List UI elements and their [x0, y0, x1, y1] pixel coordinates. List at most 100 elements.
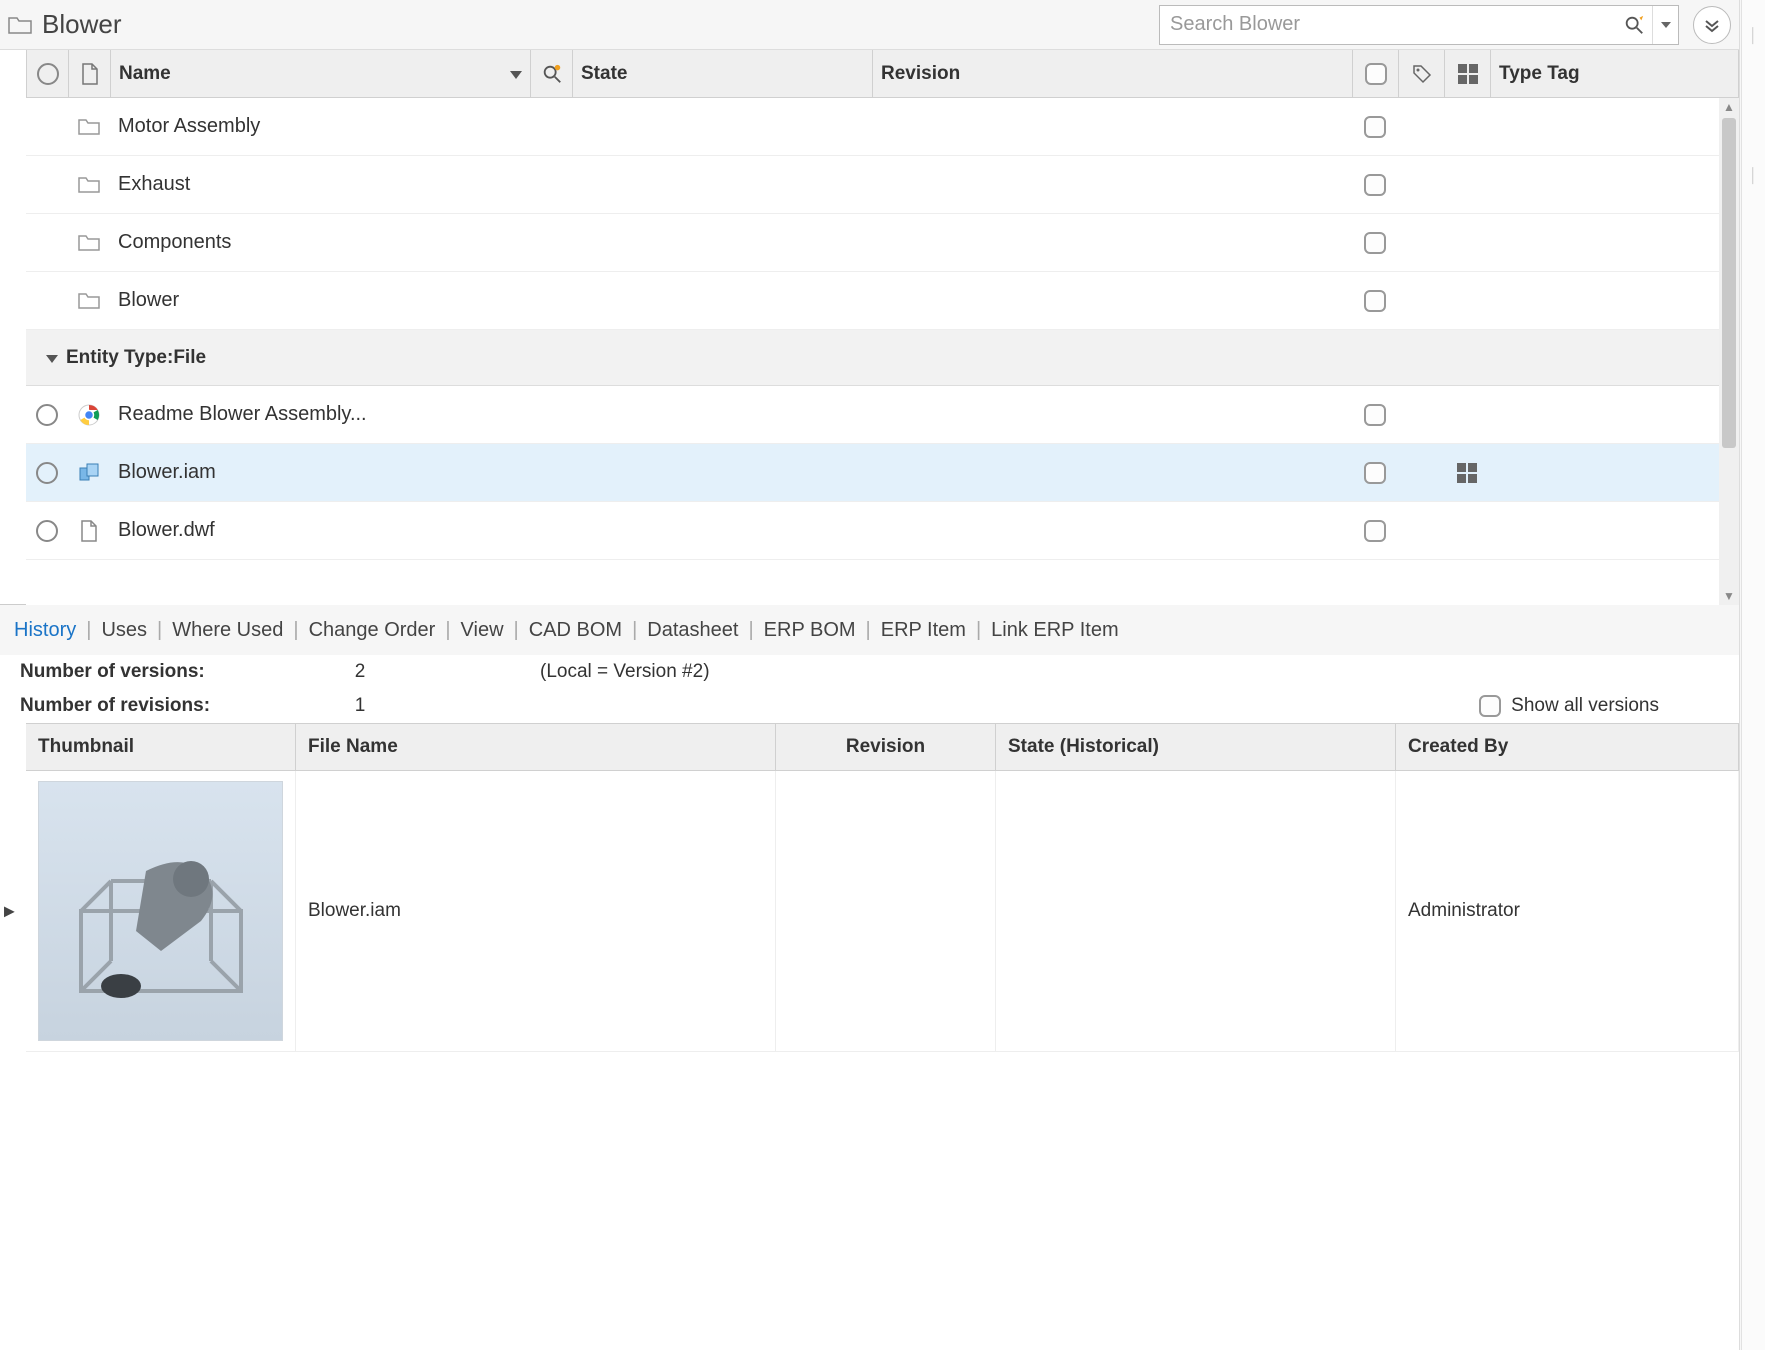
row-name: Readme Blower Assembly...: [110, 386, 530, 443]
row-name: Motor Assembly: [110, 98, 530, 155]
row-check[interactable]: [1352, 156, 1398, 213]
file-row[interactable]: Readme Blower Assembly...: [26, 386, 1739, 444]
sort-icon: [510, 63, 522, 85]
scroll-thumb[interactable]: [1722, 118, 1736, 448]
header-modified-icon[interactable]: [531, 50, 573, 97]
expand-down-button[interactable]: [1693, 6, 1731, 44]
scroll-down-icon[interactable]: ▼: [1719, 587, 1739, 605]
header-name[interactable]: Name: [111, 50, 531, 97]
grid-scrollbar[interactable]: ▲ ▼: [1719, 98, 1739, 605]
header-type-tag-label: Type Tag: [1499, 63, 1580, 85]
file-row[interactable]: Blower.iam: [26, 444, 1739, 502]
search-input[interactable]: [1160, 9, 1616, 40]
tab-change-order[interactable]: Change Order: [309, 619, 436, 642]
header-state-historical[interactable]: State (Historical): [996, 724, 1396, 770]
tab-link-erp-item[interactable]: Link ERP Item: [991, 619, 1118, 642]
row-check[interactable]: [1352, 214, 1398, 271]
meta-versions: Number of versions: 2 (Local = Version #…: [0, 655, 1739, 689]
tab-erp-bom[interactable]: ERP BOM: [764, 619, 856, 642]
file-type-icon: [68, 386, 110, 443]
tab-where-used[interactable]: Where Used: [172, 619, 283, 642]
tab-uses[interactable]: Uses: [101, 619, 147, 642]
header-select-radio[interactable]: [27, 50, 69, 97]
search-box: [1159, 5, 1679, 45]
header-revision-label: Revision: [881, 63, 960, 85]
meta-revisions: Number of revisions: 1 Show all versions: [0, 689, 1739, 723]
tab-erp-item[interactable]: ERP Item: [881, 619, 966, 642]
row-check[interactable]: [1352, 272, 1398, 329]
tab-history[interactable]: History: [14, 619, 76, 642]
header-check[interactable]: [1353, 50, 1399, 97]
header-grid-icon[interactable]: [1445, 50, 1491, 97]
file-grid: Name State Revision: [0, 50, 1739, 605]
search-dropdown-button[interactable]: [1652, 6, 1678, 44]
group-row-file[interactable]: Entity Type:File: [26, 330, 1739, 386]
header-file-icon: [69, 50, 111, 97]
scroll-up-icon[interactable]: ▲: [1719, 98, 1739, 116]
grid-body: Motor AssemblyExhaustComponentsBlower En…: [26, 98, 1739, 605]
tab-cad-bom[interactable]: CAD BOM: [529, 619, 622, 642]
row-radio[interactable]: [26, 272, 68, 329]
versions-value: 2: [330, 661, 390, 683]
row-radio[interactable]: [26, 502, 68, 559]
row-name: Blower: [110, 272, 530, 329]
search-button[interactable]: [1616, 6, 1652, 44]
folder-icon: [8, 15, 32, 35]
file-type-icon: [68, 502, 110, 559]
row-name: Blower.iam: [110, 444, 530, 501]
titlebar: Blower: [0, 0, 1739, 50]
thumbnail-image: [38, 781, 283, 1041]
header-created-by[interactable]: Created By: [1396, 724, 1739, 770]
header-thumbnail[interactable]: Thumbnail: [26, 724, 296, 770]
header-file-name[interactable]: File Name: [296, 724, 776, 770]
header-state-label: State: [581, 63, 627, 85]
file-row[interactable]: Blower.dwf: [26, 502, 1739, 560]
tab-separator: |: [445, 619, 450, 642]
folder-row[interactable]: Components: [26, 214, 1739, 272]
chevron-down-icon: [46, 347, 66, 369]
folder-icon: [68, 214, 110, 271]
tab-datasheet[interactable]: Datasheet: [647, 619, 738, 642]
folder-row[interactable]: Blower: [26, 272, 1739, 330]
show-all-checkbox[interactable]: [1479, 695, 1501, 717]
show-all-label: Show all versions: [1511, 695, 1659, 717]
revisions-label: Number of revisions:: [20, 695, 300, 717]
tab-separator: |: [748, 619, 753, 642]
row-radio[interactable]: [26, 156, 68, 213]
history-row[interactable]: ▶: [26, 771, 1739, 1052]
header-type-tag[interactable]: Type Tag: [1491, 50, 1739, 97]
row-name: Blower.dwf: [110, 502, 530, 559]
page-title: Blower: [42, 9, 121, 40]
header-hist-revision[interactable]: Revision: [776, 724, 996, 770]
folder-icon: [68, 98, 110, 155]
row-indicator-icon: ▶: [4, 903, 15, 920]
grid-header: Name State Revision: [26, 50, 1739, 98]
side-panel-sliver: ││: [1741, 0, 1765, 1350]
history-header: Thumbnail File Name Revision State (Hist…: [26, 723, 1739, 771]
versions-label: Number of versions:: [20, 661, 300, 683]
row-check[interactable]: [1352, 98, 1398, 155]
row-radio[interactable]: [26, 386, 68, 443]
tab-view[interactable]: View: [461, 619, 504, 642]
header-tag-icon[interactable]: [1399, 50, 1445, 97]
row-name: Exhaust: [110, 156, 530, 213]
folder-icon: [68, 272, 110, 329]
row-radio[interactable]: [26, 444, 68, 501]
row-check[interactable]: [1352, 502, 1398, 559]
header-name-label: Name: [119, 63, 171, 85]
folder-row[interactable]: Motor Assembly: [26, 98, 1739, 156]
row-check[interactable]: [1352, 444, 1398, 501]
row-name: Components: [110, 214, 530, 271]
header-state[interactable]: State: [573, 50, 873, 97]
grid-icon: [1457, 463, 1477, 483]
row-radio[interactable]: [26, 98, 68, 155]
header-revision[interactable]: Revision: [873, 50, 1353, 97]
row-check[interactable]: [1352, 386, 1398, 443]
versions-note: (Local = Version #2): [540, 661, 710, 683]
history-revision: [776, 771, 996, 1051]
row-radio[interactable]: [26, 214, 68, 271]
show-all-versions[interactable]: Show all versions: [1479, 695, 1719, 717]
history-created-by: Administrator: [1396, 771, 1739, 1051]
history-thumbnail-cell: [26, 771, 296, 1051]
folder-row[interactable]: Exhaust: [26, 156, 1739, 214]
